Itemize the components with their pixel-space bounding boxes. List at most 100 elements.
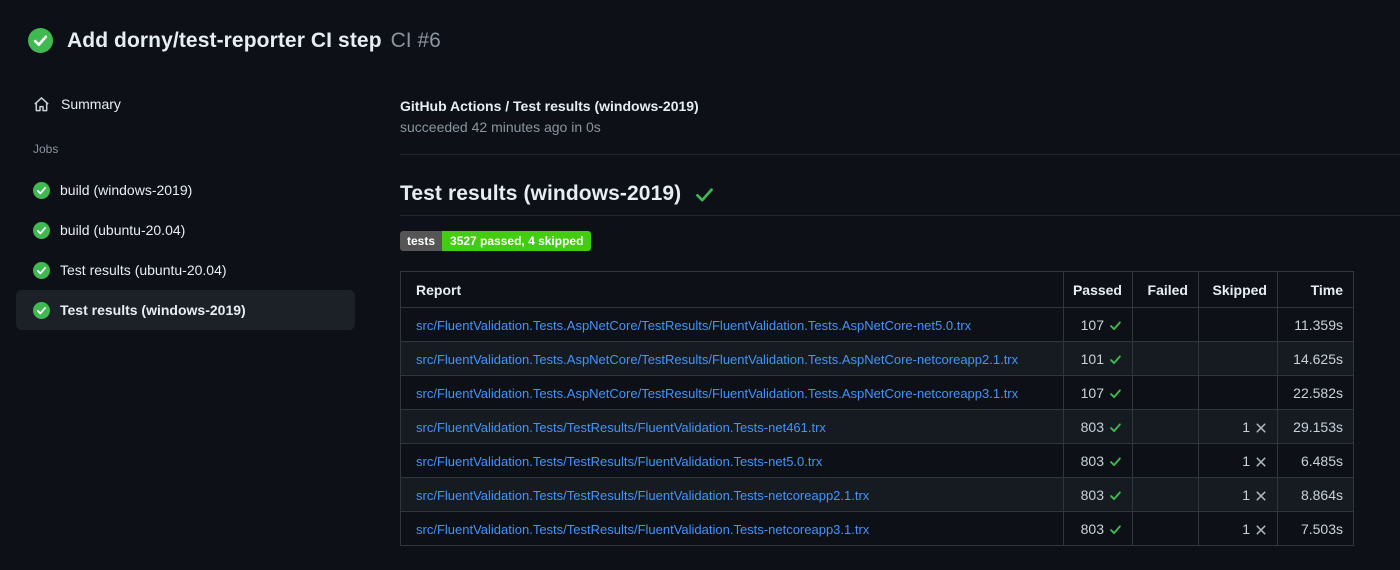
failed-cell [1132, 511, 1199, 546]
run-title: Add dorny/test-reporter CI step [67, 28, 382, 52]
time-cell: 7.503s [1277, 511, 1354, 546]
time-cell: 14.625s [1277, 341, 1354, 376]
skipped-cell: 1 [1198, 443, 1278, 478]
column-header-passed: Passed [1063, 271, 1133, 308]
home-icon [34, 96, 49, 111]
success-check-circle-icon [33, 221, 50, 239]
passed-check-icon [1110, 456, 1121, 466]
job-item-label: Test results (ubuntu-20.04) [60, 262, 227, 278]
success-check-circle-icon [33, 261, 50, 279]
report-link[interactable]: src/FluentValidation.Tests/TestResults/F… [416, 454, 822, 469]
sidebar-job-item[interactable]: Test results (ubuntu-20.04) [16, 250, 355, 290]
skipped-count: 1 [1242, 486, 1250, 503]
report-link[interactable]: src/FluentValidation.Tests.AspNetCore/Te… [416, 318, 971, 333]
failed-cell [1132, 477, 1199, 512]
passed-count: 803 [1080, 520, 1104, 537]
time-cell: 29.153s [1277, 409, 1354, 444]
report-link[interactable]: src/FluentValidation.Tests/TestResults/F… [416, 488, 869, 503]
skipped-x-icon [1256, 490, 1266, 501]
passed-count: 803 [1080, 486, 1104, 503]
report-cell: src/FluentValidation.Tests.AspNetCore/Te… [400, 341, 1064, 376]
passed-check-icon [1110, 388, 1121, 398]
failed-cell [1132, 341, 1199, 376]
report-cell: src/FluentValidation.Tests.AspNetCore/Te… [400, 307, 1064, 342]
job-status-line: succeeded 42 minutes ago in 0s [400, 119, 601, 135]
skipped-x-icon [1256, 524, 1266, 535]
sidebar-job-item[interactable]: build (ubuntu-20.04) [16, 210, 355, 250]
report-link[interactable]: src/FluentValidation.Tests/TestResults/F… [416, 522, 869, 537]
skipped-cell: 1 [1198, 477, 1278, 512]
passed-count: 107 [1080, 316, 1104, 333]
table-row: src/FluentValidation.Tests/TestResults/F… [400, 477, 1354, 512]
summary-label: Summary [61, 96, 121, 112]
skipped-cell: 1 [1198, 409, 1278, 444]
run-header: Add dorny/test-reporter CI step CI #6 [28, 28, 441, 53]
passed-count: 803 [1080, 452, 1104, 469]
time-cell: 6.485s [1277, 443, 1354, 478]
report-link[interactable]: src/FluentValidation.Tests.AspNetCore/Te… [416, 352, 1018, 367]
report-cell: src/FluentValidation.Tests/TestResults/F… [400, 409, 1064, 444]
heading-check-icon [696, 187, 714, 201]
time-cell: 11.359s [1277, 307, 1354, 342]
job-item-label: build (windows-2019) [60, 182, 193, 198]
skipped-count: 1 [1242, 452, 1250, 469]
column-header-failed: Failed [1132, 271, 1199, 308]
report-cell: src/FluentValidation.Tests.AspNetCore/Te… [400, 375, 1064, 410]
skipped-x-icon [1256, 422, 1266, 433]
sidebar-item-summary[interactable]: Summary [16, 88, 355, 120]
workflow-run-page: Add dorny/test-reporter CI step CI #6 Su… [0, 0, 1400, 570]
job-item-label: build (ubuntu-20.04) [60, 222, 186, 238]
success-check-circle-icon [33, 301, 50, 319]
job-header-title: GitHub Actions / Test results (windows-2… [400, 98, 699, 114]
skipped-cell: 1 [1198, 511, 1278, 546]
table-header-row: Report Passed Failed Skipped Time [400, 271, 1354, 308]
skipped-cell [1198, 307, 1278, 342]
passed-cell: 101 [1063, 341, 1133, 376]
table-row: src/FluentValidation.Tests.AspNetCore/Te… [400, 341, 1354, 376]
column-header-time: Time [1277, 271, 1354, 308]
main-content: GitHub Actions / Test results (windows-2… [400, 0, 1400, 546]
badge-row: tests 3527 passed, 4 skipped [400, 231, 1400, 251]
tests-badge-value: 3527 passed, 4 skipped [442, 231, 592, 251]
failed-cell [1132, 375, 1199, 410]
passed-check-icon [1110, 354, 1121, 364]
report-cell: src/FluentValidation.Tests/TestResults/F… [400, 443, 1064, 478]
table-row: src/FluentValidation.Tests.AspNetCore/Te… [400, 375, 1354, 410]
success-check-circle-icon [28, 28, 53, 53]
tests-badge: tests 3527 passed, 4 skipped [400, 231, 592, 251]
passed-check-icon [1110, 422, 1121, 432]
section-heading: Test results (windows-2019) [400, 182, 682, 205]
sidebar-job-item[interactable]: Test results (windows-2019) [16, 290, 355, 330]
test-results-table: Report Passed Failed Skipped Time src/Fluent… [400, 271, 1354, 546]
failed-cell [1132, 307, 1199, 342]
passed-check-icon [1110, 524, 1121, 534]
passed-cell: 107 [1063, 307, 1133, 342]
report-cell: src/FluentValidation.Tests/TestResults/F… [400, 477, 1064, 512]
column-header-skipped: Skipped [1198, 271, 1278, 308]
time-cell: 8.864s [1277, 477, 1354, 512]
section-heading-row: Test results (windows-2019) [400, 181, 1400, 216]
passed-cell: 803 [1063, 409, 1133, 444]
skipped-count: 1 [1242, 418, 1250, 435]
job-header: GitHub Actions / Test results (windows-2… [400, 97, 1400, 155]
table-row: src/FluentValidation.Tests/TestResults/F… [400, 443, 1354, 478]
report-link[interactable]: src/FluentValidation.Tests/TestResults/F… [416, 420, 826, 435]
passed-count: 803 [1080, 418, 1104, 435]
column-header-report: Report [400, 271, 1064, 308]
passed-cell: 107 [1063, 375, 1133, 410]
passed-cell: 803 [1063, 443, 1133, 478]
passed-count: 107 [1080, 384, 1104, 401]
table-row: src/FluentValidation.Tests/TestResults/F… [400, 511, 1354, 546]
table-row: src/FluentValidation.Tests.AspNetCore/Te… [400, 307, 1354, 342]
report-cell: src/FluentValidation.Tests/TestResults/F… [400, 511, 1064, 546]
skipped-count: 1 [1242, 520, 1250, 537]
report-link[interactable]: src/FluentValidation.Tests.AspNetCore/Te… [416, 386, 1018, 401]
jobs-section-label: Jobs [33, 142, 59, 156]
failed-cell [1132, 443, 1199, 478]
passed-cell: 803 [1063, 511, 1133, 546]
passed-cell: 803 [1063, 477, 1133, 512]
success-check-circle-icon [33, 181, 50, 199]
jobs-list: build (windows-2019) build (ubuntu-20.04)… [16, 170, 355, 330]
sidebar: Summary Jobs build (windows-2019) build (… [16, 88, 355, 330]
sidebar-job-item[interactable]: build (windows-2019) [16, 170, 355, 210]
